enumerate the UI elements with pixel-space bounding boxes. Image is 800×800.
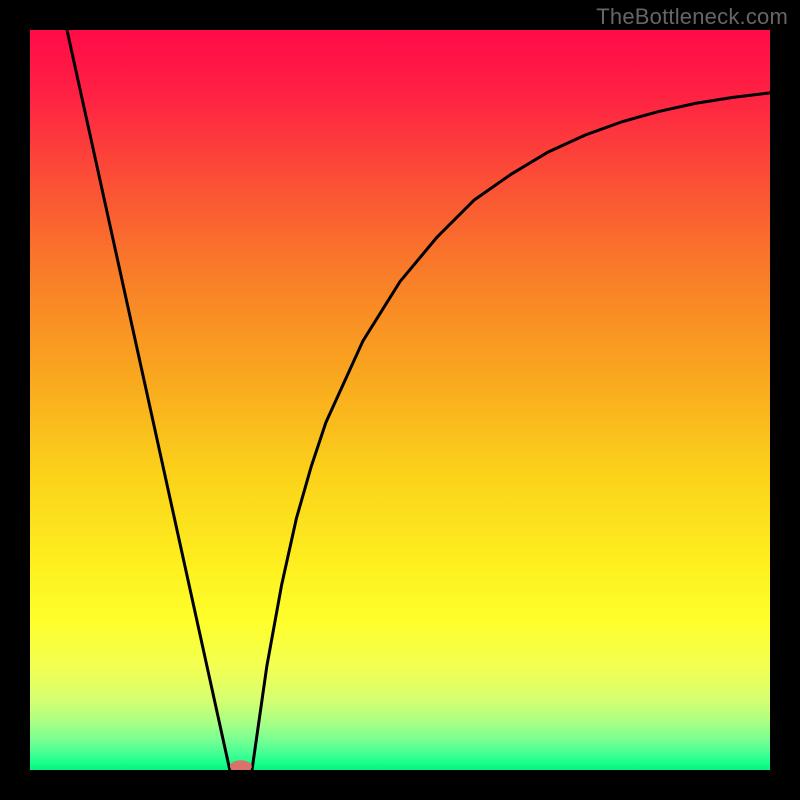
watermark-text: TheBottleneck.com [596,4,788,30]
chart-frame: TheBottleneck.com [0,0,800,800]
chart-svg [30,30,770,770]
gradient-background [30,30,770,770]
plot-area [30,30,770,770]
